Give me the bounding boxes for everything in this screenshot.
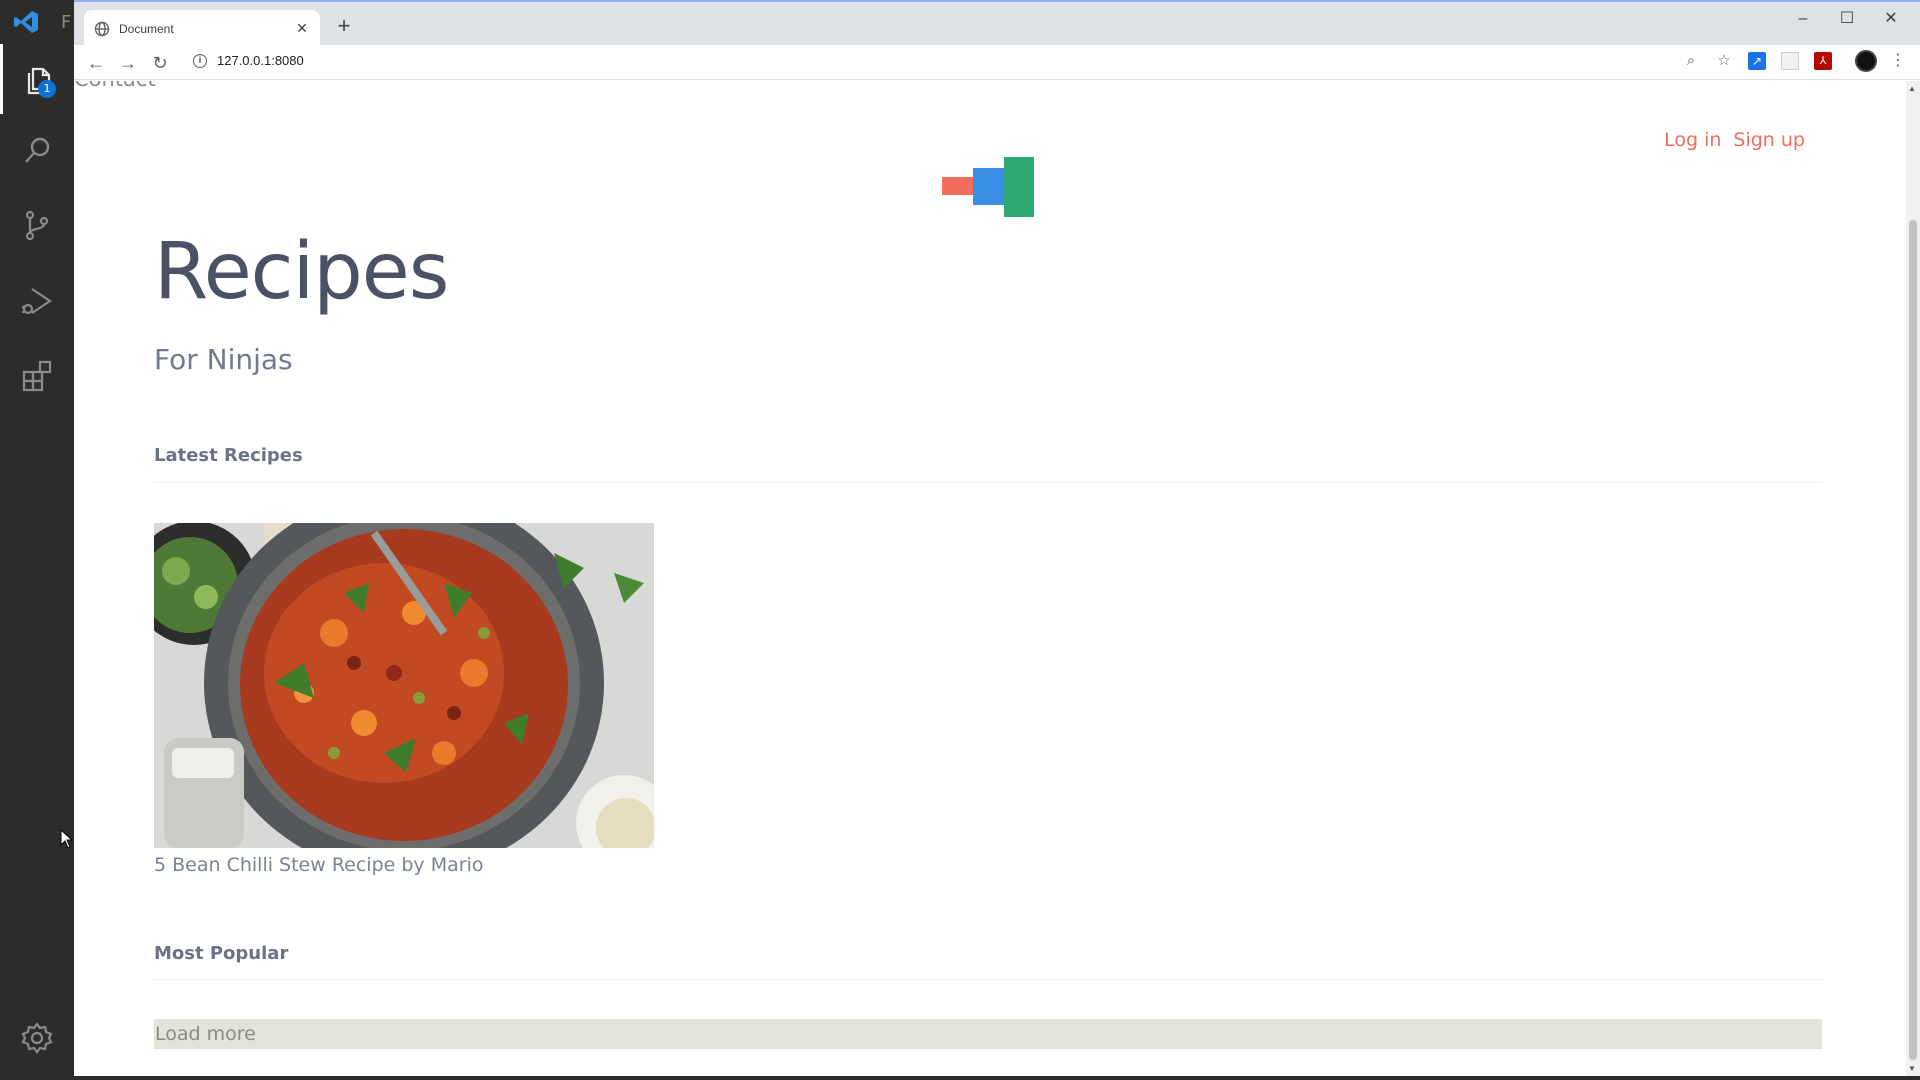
extension-icon[interactable]: ↗ xyxy=(1748,52,1766,70)
most-popular-heading: Most Popular xyxy=(154,943,289,964)
nav-link-contact[interactable]: Contact xyxy=(74,81,156,91)
section-divider xyxy=(154,482,1822,483)
more-menu-icon[interactable]: ⋮ xyxy=(1889,52,1907,70)
pdf-extension-icon[interactable]: ⅄ xyxy=(1814,52,1832,70)
scroll-up-icon[interactable]: ▲ xyxy=(1908,84,1916,93)
close-window-button[interactable]: ✕ xyxy=(1876,7,1906,31)
browser-window: Document ✕ + – ☐ ✕ ← → ↻ i 127.0.0.1:808… xyxy=(74,0,1920,1080)
taskbar-edge xyxy=(0,1076,1920,1080)
explorer-button[interactable]: 1 xyxy=(0,44,74,114)
logo-bar-red xyxy=(942,177,974,195)
auth-links: Log in Sign up xyxy=(1664,129,1805,151)
extensions-button[interactable] xyxy=(0,341,74,411)
logo-bar-blue xyxy=(973,168,1005,205)
extensions-icon xyxy=(22,360,52,392)
load-more-button[interactable]: Load more xyxy=(154,1019,1822,1049)
globe-icon xyxy=(94,21,110,36)
vscode-logo-icon xyxy=(14,11,38,33)
search-icon xyxy=(25,137,50,163)
bookmark-star-icon[interactable]: ☆ xyxy=(1715,52,1733,70)
minimize-button[interactable]: – xyxy=(1788,7,1818,31)
tab-close-icon[interactable]: ✕ xyxy=(294,20,310,37)
tab-strip: Document ✕ + – ☐ ✕ xyxy=(74,0,1920,47)
new-tab-button[interactable]: + xyxy=(332,14,356,38)
site-logo[interactable] xyxy=(942,155,1034,217)
section-divider xyxy=(154,979,1822,980)
explorer-badge: 1 xyxy=(38,80,56,98)
gear-icon xyxy=(21,1022,53,1054)
scrollbar-thumb[interactable] xyxy=(1909,220,1917,1060)
page-viewport: Contact Log in Sign up Recipes For Ninja… xyxy=(74,81,1906,1080)
source-control-button[interactable] xyxy=(0,190,74,260)
run-debug-icon xyxy=(22,288,52,315)
page-subtitle: For Ninjas xyxy=(154,343,293,376)
settings-button[interactable] xyxy=(0,1003,74,1073)
search-button[interactable] xyxy=(0,116,74,186)
source-control-icon xyxy=(25,210,49,241)
login-link[interactable]: Log in xyxy=(1664,129,1721,151)
page-title: Recipes xyxy=(154,227,449,317)
signup-link[interactable]: Sign up xyxy=(1733,129,1805,151)
zoom-icon[interactable]: ⌕ xyxy=(1682,52,1700,70)
vscode-activity-bar: F 1 xyxy=(0,0,74,1080)
back-button[interactable]: ← xyxy=(84,51,108,75)
latest-recipes-heading: Latest Recipes xyxy=(154,445,303,466)
browser-tab[interactable]: Document ✕ xyxy=(84,10,320,47)
reload-button[interactable]: ↻ xyxy=(148,51,172,75)
logo-bar-green xyxy=(1004,157,1034,217)
recipe-card[interactable]: 5 Bean Chilli Stew Recipe by Mario xyxy=(154,523,654,876)
vscode-menu-label[interactable]: F xyxy=(61,12,71,33)
run-debug-button[interactable] xyxy=(0,266,74,336)
forward-button[interactable]: → xyxy=(116,51,140,75)
browser-toolbar: ← → ↻ xyxy=(74,45,1920,80)
tab-title: Document xyxy=(119,21,174,36)
site-info-icon[interactable]: i xyxy=(193,54,207,68)
profile-avatar[interactable] xyxy=(1855,50,1877,72)
recipe-caption[interactable]: 5 Bean Chilli Stew Recipe by Mario xyxy=(154,854,654,876)
recipe-image[interactable] xyxy=(154,523,654,848)
address-bar[interactable]: 127.0.0.1:8080 xyxy=(217,53,304,68)
scroll-down-icon[interactable]: ▼ xyxy=(1908,1064,1916,1073)
mouse-cursor-icon xyxy=(60,829,74,849)
maximize-button[interactable]: ☐ xyxy=(1832,7,1862,31)
extension-icon[interactable] xyxy=(1781,52,1799,70)
